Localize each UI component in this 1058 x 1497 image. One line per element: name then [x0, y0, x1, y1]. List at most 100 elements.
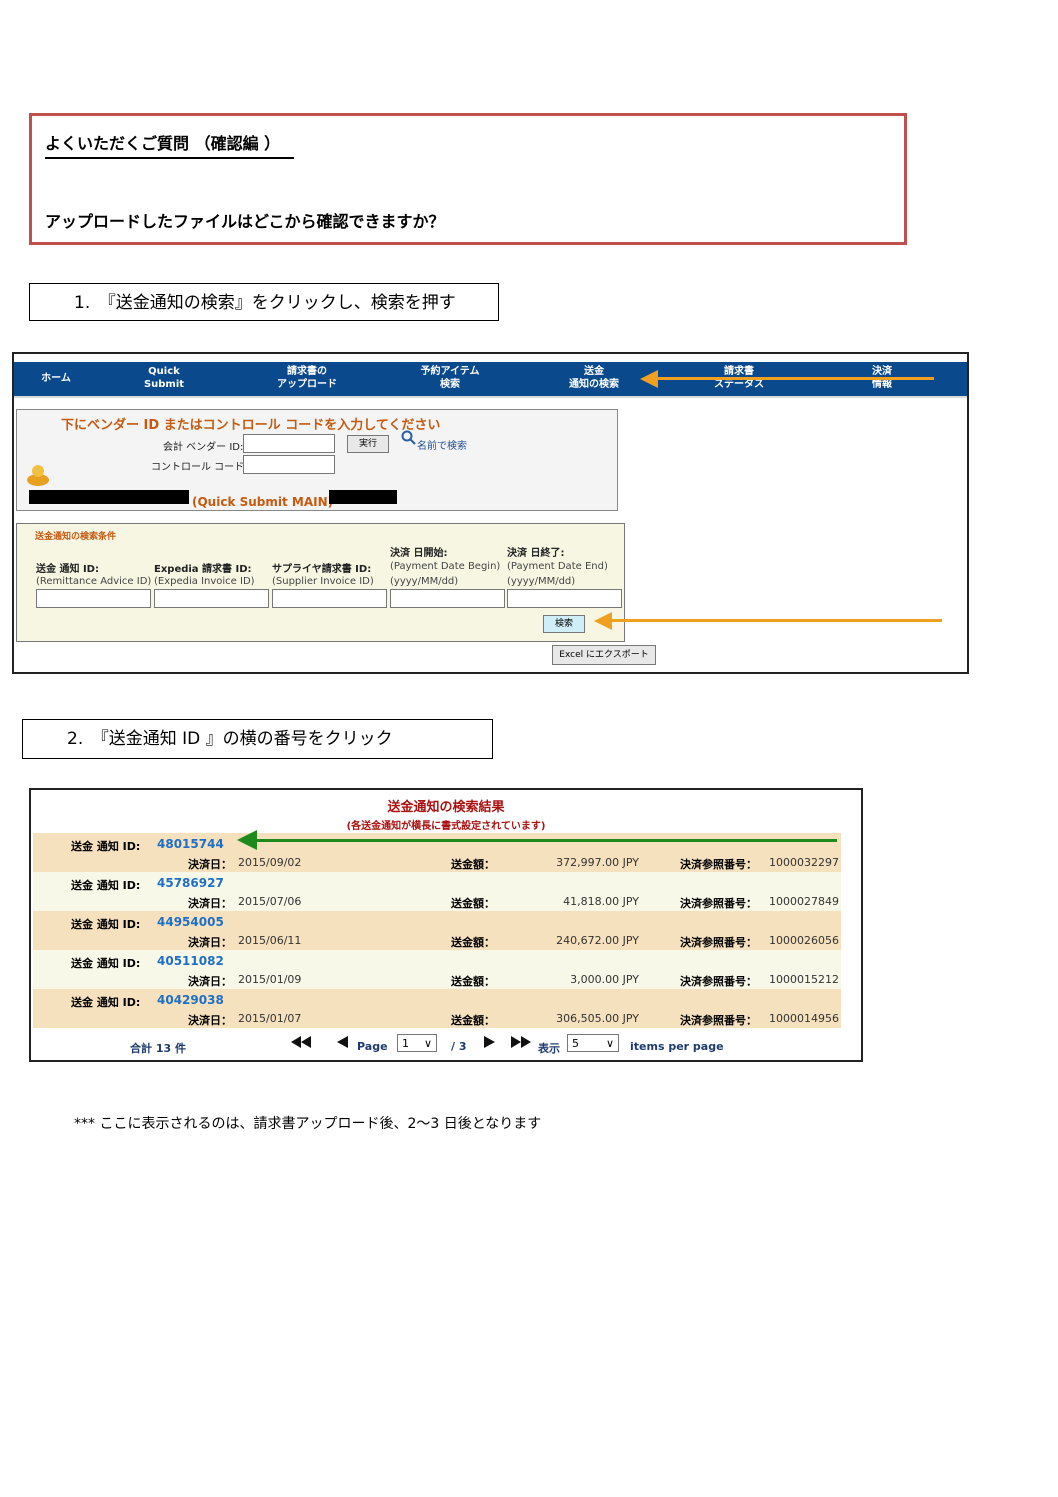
- result-row: 送金 通知 ID: 40511082 決済日： 2015/01/09 送金額： …: [33, 950, 841, 989]
- redacted-block: [29, 490, 189, 504]
- next-page-icon[interactable]: [483, 1036, 495, 1048]
- payment-end-input[interactable]: [507, 589, 622, 608]
- total-count: 合計 13 件: [130, 1042, 186, 1055]
- green-arrow-head: [237, 830, 257, 850]
- amount-label: 送金額：: [451, 1014, 495, 1027]
- reference-number: 1000015212: [769, 973, 839, 986]
- amount: 3,000.00 JPY: [570, 973, 639, 986]
- payment-end-format: (yyyy/MM/dd): [507, 576, 576, 587]
- remittance-id-link[interactable]: 40429038: [157, 993, 224, 1007]
- vendor-form: 下にベンダー ID またはコントロール コードを入力してください 会計 ベンダー…: [16, 409, 618, 511]
- reference-label: 決済参照番号：: [680, 936, 757, 949]
- payment-date: 2015/09/02: [238, 856, 302, 869]
- payment-date-label: 決済日：: [188, 1014, 232, 1027]
- remittance-id-label: 送金 通知 ID:: [71, 957, 141, 970]
- last-page-icon[interactable]: [511, 1036, 533, 1048]
- remittance-id-label: 送金 通知 ID:: [71, 918, 141, 931]
- results-screenshot: 送金通知の検索結果 (各送金通知が横長に書式設定されています) 送金 通知 ID…: [29, 788, 863, 1062]
- supplier-invoice-input[interactable]: [272, 589, 387, 608]
- user-icon: [27, 465, 49, 486]
- nav-quick-submit[interactable]: Quick Submit: [134, 365, 194, 391]
- amount-label: 送金額：: [451, 975, 495, 988]
- vendor-heading: 下にベンダー ID またはコントロール コードを入力してください: [61, 418, 441, 433]
- page-label: Page: [357, 1040, 388, 1053]
- control-code-label: コントロール コード:: [151, 462, 248, 473]
- expedia-invoice-input[interactable]: [154, 589, 269, 608]
- reference-number: 1000032297: [769, 856, 839, 869]
- supplier-invoice-en: (Supplier Invoice ID): [272, 576, 374, 587]
- faq-question: アップロードしたファイルはどこから確認できますか？: [45, 212, 445, 231]
- reference-number: 1000027849: [769, 895, 839, 908]
- payment-date-label: 決済日：: [188, 936, 232, 949]
- quick-submit-main: (Quick Submit MAIN): [192, 495, 334, 509]
- per-page-select[interactable]: 5 ∨: [567, 1034, 619, 1052]
- amount-label: 送金額：: [451, 897, 495, 910]
- first-page-icon[interactable]: [291, 1036, 313, 1048]
- page-total: / 3: [451, 1040, 467, 1053]
- reference-number: 1000026056: [769, 934, 839, 947]
- remittance-id-link[interactable]: 45786927: [157, 876, 224, 890]
- chevron-down-icon: ∨: [605, 1037, 614, 1050]
- payment-date-label: 決済日：: [188, 858, 232, 871]
- nav-remittance-search[interactable]: 送金 通知の検索: [559, 365, 629, 391]
- payment-date: 2015/07/06: [238, 895, 302, 908]
- remittance-id-label: 送金 通知 ID:: [71, 879, 141, 892]
- remittance-id-link[interactable]: 40511082: [157, 954, 224, 968]
- remittance-id-label: 送金 通知 ID:: [71, 996, 141, 1009]
- orange-arrow-line: [654, 377, 934, 380]
- payment-begin-label: 決済 日開始:: [390, 548, 448, 559]
- vendor-id-input[interactable]: [243, 434, 335, 453]
- result-row: 送金 通知 ID: 45786927 決済日： 2015/07/06 送金額： …: [33, 872, 841, 911]
- payment-date: 2015/01/09: [238, 973, 302, 986]
- nav-home[interactable]: ホーム: [36, 372, 76, 385]
- page-select[interactable]: 1 ∨: [397, 1034, 437, 1052]
- amount-label: 送金額：: [451, 858, 495, 871]
- remittance-id-label: 送金 通知 ID:: [36, 564, 99, 575]
- step-1-instruction: 1. 『送金通知の検索』をクリックし、検索を押す: [29, 283, 499, 321]
- prev-page-icon[interactable]: [337, 1036, 349, 1048]
- payment-date: 2015/06/11: [238, 934, 302, 947]
- remittance-id-en: (Remittance Advice ID): [36, 576, 152, 587]
- payment-begin-input[interactable]: [390, 589, 505, 608]
- payment-begin-en: (Payment Date Begin): [390, 561, 501, 572]
- vendor-id-label: 会計 ベンダー ID:: [163, 442, 244, 453]
- orange-arrow-head: [594, 612, 612, 630]
- payment-date-label: 決済日：: [188, 897, 232, 910]
- orange-arrow-line: [612, 619, 942, 622]
- reference-number: 1000014956: [769, 1012, 839, 1025]
- payment-date-label: 決済日：: [188, 975, 232, 988]
- remittance-id-link[interactable]: 48015744: [157, 837, 224, 851]
- search-screenshot: ホーム Quick Submit 請求書の アップロード 予約アイテム 検索 送…: [12, 352, 969, 674]
- search-button[interactable]: 検索: [543, 615, 585, 633]
- search-icon[interactable]: [401, 430, 417, 446]
- supplier-invoice-label: サプライヤ請求書 ID:: [272, 564, 372, 575]
- reference-label: 決済参照番号：: [680, 858, 757, 871]
- show-label: 表示: [538, 1042, 560, 1055]
- amount-label: 送金額：: [451, 936, 495, 949]
- exec-button[interactable]: 実行: [347, 435, 389, 453]
- payment-end-label: 決済 日終了:: [507, 548, 565, 559]
- control-code-input[interactable]: [243, 455, 335, 474]
- result-row: 送金 通知 ID: 40429038 決済日： 2015/01/07 送金額： …: [33, 989, 841, 1028]
- reference-label: 決済参照番号：: [680, 897, 757, 910]
- payment-begin-format: (yyyy/MM/dd): [390, 576, 459, 587]
- excel-export-button[interactable]: Excel にエクスポート: [552, 645, 656, 665]
- items-per-page-label: items per page: [630, 1040, 724, 1053]
- amount: 41,818.00 JPY: [563, 895, 639, 908]
- search-criteria: 送金通知の検索条件 送金 通知 ID: (Remittance Advice I…: [16, 523, 625, 642]
- page-select-value: 1: [402, 1037, 409, 1050]
- nav-booking-search[interactable]: 予約アイテム 検索: [412, 365, 488, 391]
- remittance-id-input[interactable]: [36, 589, 151, 608]
- name-search-link[interactable]: 名前で検索: [417, 437, 467, 452]
- result-row: 送金 通知 ID: 44954005 決済日： 2015/06/11 送金額： …: [33, 911, 841, 950]
- nav-bar: ホーム Quick Submit 請求書の アップロード 予約アイテム 検索 送…: [14, 362, 967, 398]
- nav-invoice-upload[interactable]: 請求書の アップロード: [272, 365, 342, 391]
- remittance-id-link[interactable]: 44954005: [157, 915, 224, 929]
- redacted-block: [329, 490, 397, 504]
- amount: 372,997.00 JPY: [556, 856, 639, 869]
- pager: 合計 13 件 Page 1 ∨ / 3 表示 5 ∨ items per page: [31, 1030, 861, 1055]
- expedia-invoice-en: (Expedia Invoice ID): [154, 576, 255, 587]
- results-subtitle: (各送金通知が横長に書式設定されています): [346, 821, 546, 832]
- orange-arrow-head: [640, 370, 658, 388]
- payment-end-en: (Payment Date End): [507, 561, 608, 572]
